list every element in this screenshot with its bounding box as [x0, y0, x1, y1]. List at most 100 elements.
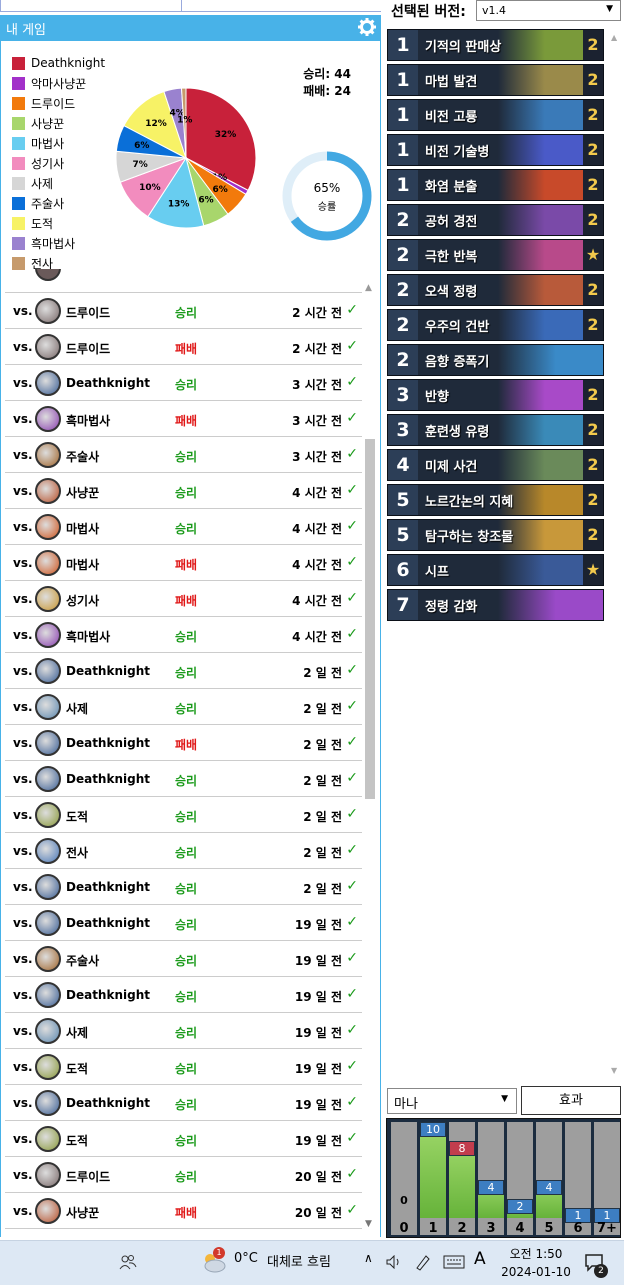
- game-list-scrollbar[interactable]: ▲ ▼: [363, 269, 378, 1237]
- card-name: 극한 반복: [425, 250, 478, 265]
- deck-card[interactable]: 1 기적의 판매상 2: [387, 29, 604, 61]
- game-row[interactable]: vs. 사제 승리 2 일 전 ✓: [5, 689, 362, 725]
- deck-card[interactable]: 2 음향 증폭기: [387, 344, 604, 376]
- vs-label: vs.: [13, 484, 33, 498]
- card-count: 2: [583, 485, 603, 515]
- card-art: [498, 170, 583, 200]
- game-row[interactable]: vs. Deathknight 승리 2 일 전 ✓: [5, 653, 362, 689]
- game-row[interactable]: vs. 주술사 승리 3 시간 전 ✓: [5, 437, 362, 473]
- deck-card[interactable]: 1 마법 발견 2: [387, 64, 604, 96]
- deck-card[interactable]: 2 공허 경전 2: [387, 204, 604, 236]
- mana-filter-dropdown[interactable]: 마나 ▼: [387, 1088, 517, 1114]
- game-row[interactable]: vs. 드루이드 승리 2 시간 전 ✓: [5, 293, 362, 329]
- scroll-thumb[interactable]: [365, 439, 375, 799]
- pen-icon[interactable]: [414, 1253, 432, 1271]
- deathknight-icon: [35, 730, 61, 756]
- scroll-down-arrow-icon[interactable]: ▼: [611, 1066, 617, 1075]
- version-dropdown[interactable]: v1.4 ▼: [476, 0, 621, 21]
- deck-card[interactable]: 2 우주의 건반 2: [387, 309, 604, 341]
- game-row[interactable]: vs. 마법사 승리 4 시간 전 ✓: [5, 509, 362, 545]
- game-row[interactable]: vs. Deathknight 승리 2 일 전 ✓: [5, 761, 362, 797]
- legend-swatch: [12, 256, 25, 270]
- legend-label: 드루이드: [31, 96, 76, 111]
- game-row[interactable]: vs. 주술사 승리 19 일 전 ✓: [5, 941, 362, 977]
- game-row[interactable]: vs. Deathknight 승리 3 시간 전 ✓: [5, 365, 362, 401]
- weather-description[interactable]: 대체로 흐림: [267, 1251, 331, 1270]
- volume-icon[interactable]: [386, 1255, 402, 1269]
- game-row[interactable]: vs. 사냥꾼 승리 4 시간 전 ✓: [5, 473, 362, 509]
- game-time: 2 일 전: [303, 846, 342, 860]
- warlock-icon: [35, 406, 61, 432]
- taskbar-clock[interactable]: 오전 1:50 2024-01-10: [496, 1245, 576, 1281]
- legend-swatch: [12, 236, 25, 250]
- deck-card[interactable]: 3 훈련생 유령 2: [387, 414, 604, 446]
- gear-icon[interactable]: [357, 17, 377, 37]
- card-name: 시프: [425, 565, 449, 580]
- hunter-icon: [35, 478, 61, 504]
- game-row[interactable]: vs. 드루이드 승리 20 일 전 ✓: [5, 1157, 362, 1193]
- vs-label: vs.: [13, 592, 33, 606]
- selected-version-label: 선택된 버전:: [391, 4, 466, 20]
- game-row[interactable]: vs. Deathknight 패배 2 일 전 ✓: [5, 725, 362, 761]
- legend-swatch: [12, 156, 25, 170]
- mana-curve-column: 82: [449, 1122, 475, 1236]
- input-language-indicator[interactable]: A: [474, 1249, 486, 1269]
- deck-card[interactable]: 3 반향 2: [387, 379, 604, 411]
- game-row[interactable]: vs. Deathknight 승리 19 일 전 ✓: [5, 977, 362, 1013]
- opponent-class-icon: [35, 269, 61, 281]
- deck-card[interactable]: 1 화염 분출 2: [387, 169, 604, 201]
- deck-card[interactable]: 6 시프 ★: [387, 554, 604, 586]
- deck-card[interactable]: 5 노르간논의 지혜 2: [387, 484, 604, 516]
- pie-slice-label: 32%: [215, 130, 237, 140]
- druid-icon: [35, 298, 61, 324]
- vs-label: vs.: [13, 1060, 33, 1074]
- card-name: 공허 경전: [425, 215, 478, 230]
- game-row[interactable]: vs. 흑마법사 승리 4 시간 전 ✓: [5, 617, 362, 653]
- scroll-up-arrow-icon[interactable]: ▲: [365, 283, 372, 293]
- game-row[interactable]: vs. 도적 승리 19 일 전 ✓: [5, 1049, 362, 1085]
- warlock-icon: [35, 622, 61, 648]
- deck-card[interactable]: 7 정령 감화: [387, 589, 604, 621]
- deck-card[interactable]: 1 비전 고룡 2: [387, 99, 604, 131]
- game-row[interactable]: vs. 사냥꾼 패배 20 일 전 ✓: [5, 1193, 362, 1229]
- game-row[interactable]: vs. 흑마법사 패배 3 시간 전 ✓: [5, 401, 362, 437]
- card-count: 2: [583, 65, 603, 95]
- windows-taskbar: 1 0°C 대체로 흐림 ∧ A 오전 1:50 2024-01-10 2: [0, 1240, 624, 1285]
- game-row[interactable]: vs. Deathknight 승리 19 일 전 ✓: [5, 905, 362, 941]
- deck-card[interactable]: 5 탐구하는 창조물 2: [387, 519, 604, 551]
- weather-temperature[interactable]: 0°C: [234, 1251, 258, 1266]
- card-name: 기적의 판매상: [425, 40, 502, 55]
- game-row[interactable]: vs. 사제 승리 19 일 전 ✓: [5, 1013, 362, 1049]
- scroll-down-arrow-icon[interactable]: ▼: [365, 1219, 372, 1229]
- game-time: 2 일 전: [303, 810, 342, 824]
- tray-overflow-chevron-icon[interactable]: ∧: [364, 1251, 373, 1265]
- checkmark-icon: ✓: [346, 1058, 358, 1074]
- game-history-list[interactable]: ▲ ▼ vs. 드루이드 승리 2 시간 전 ✓ vs. 드루이드 패배 2 시간 전 ✓ vs. D…: [0, 269, 381, 1237]
- opponent-class: 성기사: [66, 594, 100, 608]
- game-row[interactable]: vs. 도적 승리 19 일 전 ✓: [5, 1121, 362, 1157]
- deck-card[interactable]: 2 극한 반복 ★: [387, 239, 604, 271]
- deck-card[interactable]: 4 미제 사건 2: [387, 449, 604, 481]
- legend-label: 사제: [31, 176, 54, 191]
- deck-card[interactable]: 1 비전 기술병 2: [387, 134, 604, 166]
- scroll-up-arrow-icon[interactable]: ▲: [611, 33, 617, 42]
- mana-curve-column: 45: [536, 1122, 562, 1236]
- deathknight-icon: [35, 370, 61, 396]
- game-row[interactable]: vs. Deathknight 승리 19 일 전 ✓: [5, 1085, 362, 1121]
- vs-label: vs.: [13, 1096, 33, 1110]
- game-result: 패배: [175, 594, 198, 608]
- game-row[interactable]: vs. 드루이드 패배 2 시간 전 ✓: [5, 329, 362, 365]
- game-row[interactable]: vs. Deathknight 승리 2 일 전 ✓: [5, 869, 362, 905]
- touch-keyboard-icon[interactable]: [443, 1255, 465, 1269]
- game-row[interactable]: vs. 마법사 패배 4 시간 전 ✓: [5, 545, 362, 581]
- card-count: ★: [583, 555, 603, 585]
- game-row[interactable]: vs. 전사 승리 2 일 전 ✓: [5, 833, 362, 869]
- effect-button[interactable]: 효과: [521, 1086, 621, 1115]
- game-row[interactable]: vs. 도적 승리 2 일 전 ✓: [5, 797, 362, 833]
- legend-item: 사냥꾼: [12, 113, 105, 133]
- people-icon[interactable]: [119, 1254, 137, 1270]
- deck-card[interactable]: 2 오색 정령 2: [387, 274, 604, 306]
- card-name: 미제 사건: [425, 460, 478, 475]
- mana-curve-chart: 0 0 10 1 8 2 4 3 2 4 4 5 1 6 1 7+: [386, 1118, 621, 1238]
- game-row[interactable]: vs. 성기사 패배 4 시간 전 ✓: [5, 581, 362, 617]
